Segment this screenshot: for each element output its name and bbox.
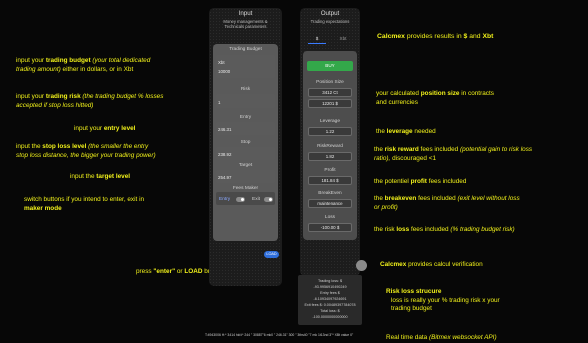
budget-currency: Xbt (218, 60, 225, 65)
leverage-label: Leverage (319, 119, 340, 124)
verif-line: Entry fees $ (320, 291, 340, 295)
verif-line: Trading loss: $ (317, 279, 343, 283)
position-usd-value: 12201 $ (308, 99, 352, 108)
breakeven-label: BreakEven (318, 191, 342, 196)
target-label: Target (238, 163, 253, 168)
verif-line: -100.0000000000000 (312, 315, 348, 319)
annotation-profit: the potentiel profit fees included (374, 178, 467, 185)
verif-line: -93.9956910490249 (313, 285, 347, 289)
currency-tabs: $ Xbt (304, 35, 356, 45)
loss-label: Loss (324, 215, 336, 220)
annotation-position-size: your calculated position size in contrac… (376, 90, 494, 106)
profit-label: Profit (324, 168, 336, 173)
output-title: Output (320, 10, 340, 17)
trading-budget-input[interactable]: Xbt 10000 (216, 55, 275, 78)
fees-exit-label: Exit (252, 197, 260, 202)
toggle-knob (268, 197, 273, 202)
input-subtitle: Money managements & Technicals parameters (223, 19, 268, 29)
risk-reward-value: 1.82 (308, 152, 352, 161)
tab-usd[interactable]: $ (308, 36, 326, 41)
annotation-target-level: input the target level (70, 173, 131, 180)
annotation-realtime-data: Real time data (Bitmex websocket API) (386, 334, 497, 341)
load-button[interactable]: LOAD (264, 251, 279, 258)
entry-label: Entry (239, 115, 252, 120)
verif-line: -6.10934097924691 (313, 297, 347, 301)
annotation-trading-budget: input your trading budget (your total de… (16, 57, 151, 73)
budget-value: 10000 (218, 69, 231, 74)
annotation-loss: the risk loss fees included (% trading b… (374, 226, 515, 233)
verif-line: Total loss: $ (320, 309, 340, 313)
annotation-trading-risk: input your trading risk (the trading bud… (16, 93, 164, 109)
annotation-entry-level: input your entry level (74, 125, 136, 132)
profit-value: 181.84 $ (308, 176, 352, 185)
breakeven-value: maintenance (308, 199, 352, 208)
verification-box: Trading loss: $ -93.9956910490249 Entry … (298, 275, 362, 325)
realtime-ticker: T:4943006 H:* 3414 hid:i* 244 " 30887"6 … (205, 333, 354, 337)
stop-input[interactable]: 238.92 (216, 147, 275, 160)
verif-line: Exit fees $: 0.00489397784078 (304, 303, 356, 307)
risk-reward-label: RiskReward (317, 144, 343, 149)
stop-label: Stop (240, 140, 251, 145)
target-input[interactable]: 254.97 (216, 170, 275, 183)
loss-value: -100.00 $ (308, 223, 352, 232)
exit-maker-toggle[interactable] (264, 197, 273, 202)
annotation-switch-buttons: switch buttons if you intend to enter, e… (24, 196, 145, 212)
leverage-value: 1.22 (308, 127, 352, 136)
risk-label: Risk (240, 87, 251, 92)
fees-entry-label: Entry (219, 197, 231, 202)
toggle-knob (240, 197, 245, 202)
output-subtitle: Trading expectations (310, 19, 350, 24)
annotation-risk-reward: the risk reward fees included (potential… (374, 146, 533, 162)
position-contracts-value: 3412 Ct (308, 88, 352, 97)
position-size-label: Position Size (316, 80, 344, 85)
entry-maker-toggle[interactable] (236, 197, 245, 202)
verification-button[interactable] (356, 260, 367, 271)
annotation-stop-loss: input the stop loss level (the smaller t… (16, 143, 156, 159)
annotation-calcul-verification: Calcmex provides calcul verification (380, 261, 483, 268)
annotation-risk-loss-structure: Risk loss strucure loss is really your %… (386, 288, 500, 313)
annotation-breakeven: the breakeven fees included (exit level … (374, 195, 520, 211)
annotation-calcmex-results: Calcmex provides results in $ and Xbt (377, 33, 494, 40)
tab-xbt[interactable]: Xbt (334, 36, 352, 41)
fees-maker-label: Fees Maker (232, 186, 259, 191)
buy-indicator: BUY (307, 61, 353, 71)
input-title: Input (238, 10, 253, 17)
tab-usd-underline (308, 43, 326, 44)
entry-input[interactable]: 246.31 (216, 122, 275, 135)
annotation-leverage: the leverage needed (376, 128, 436, 135)
trading-budget-label: Trading Budget (229, 47, 262, 52)
risk-input[interactable]: 1 (216, 94, 275, 108)
